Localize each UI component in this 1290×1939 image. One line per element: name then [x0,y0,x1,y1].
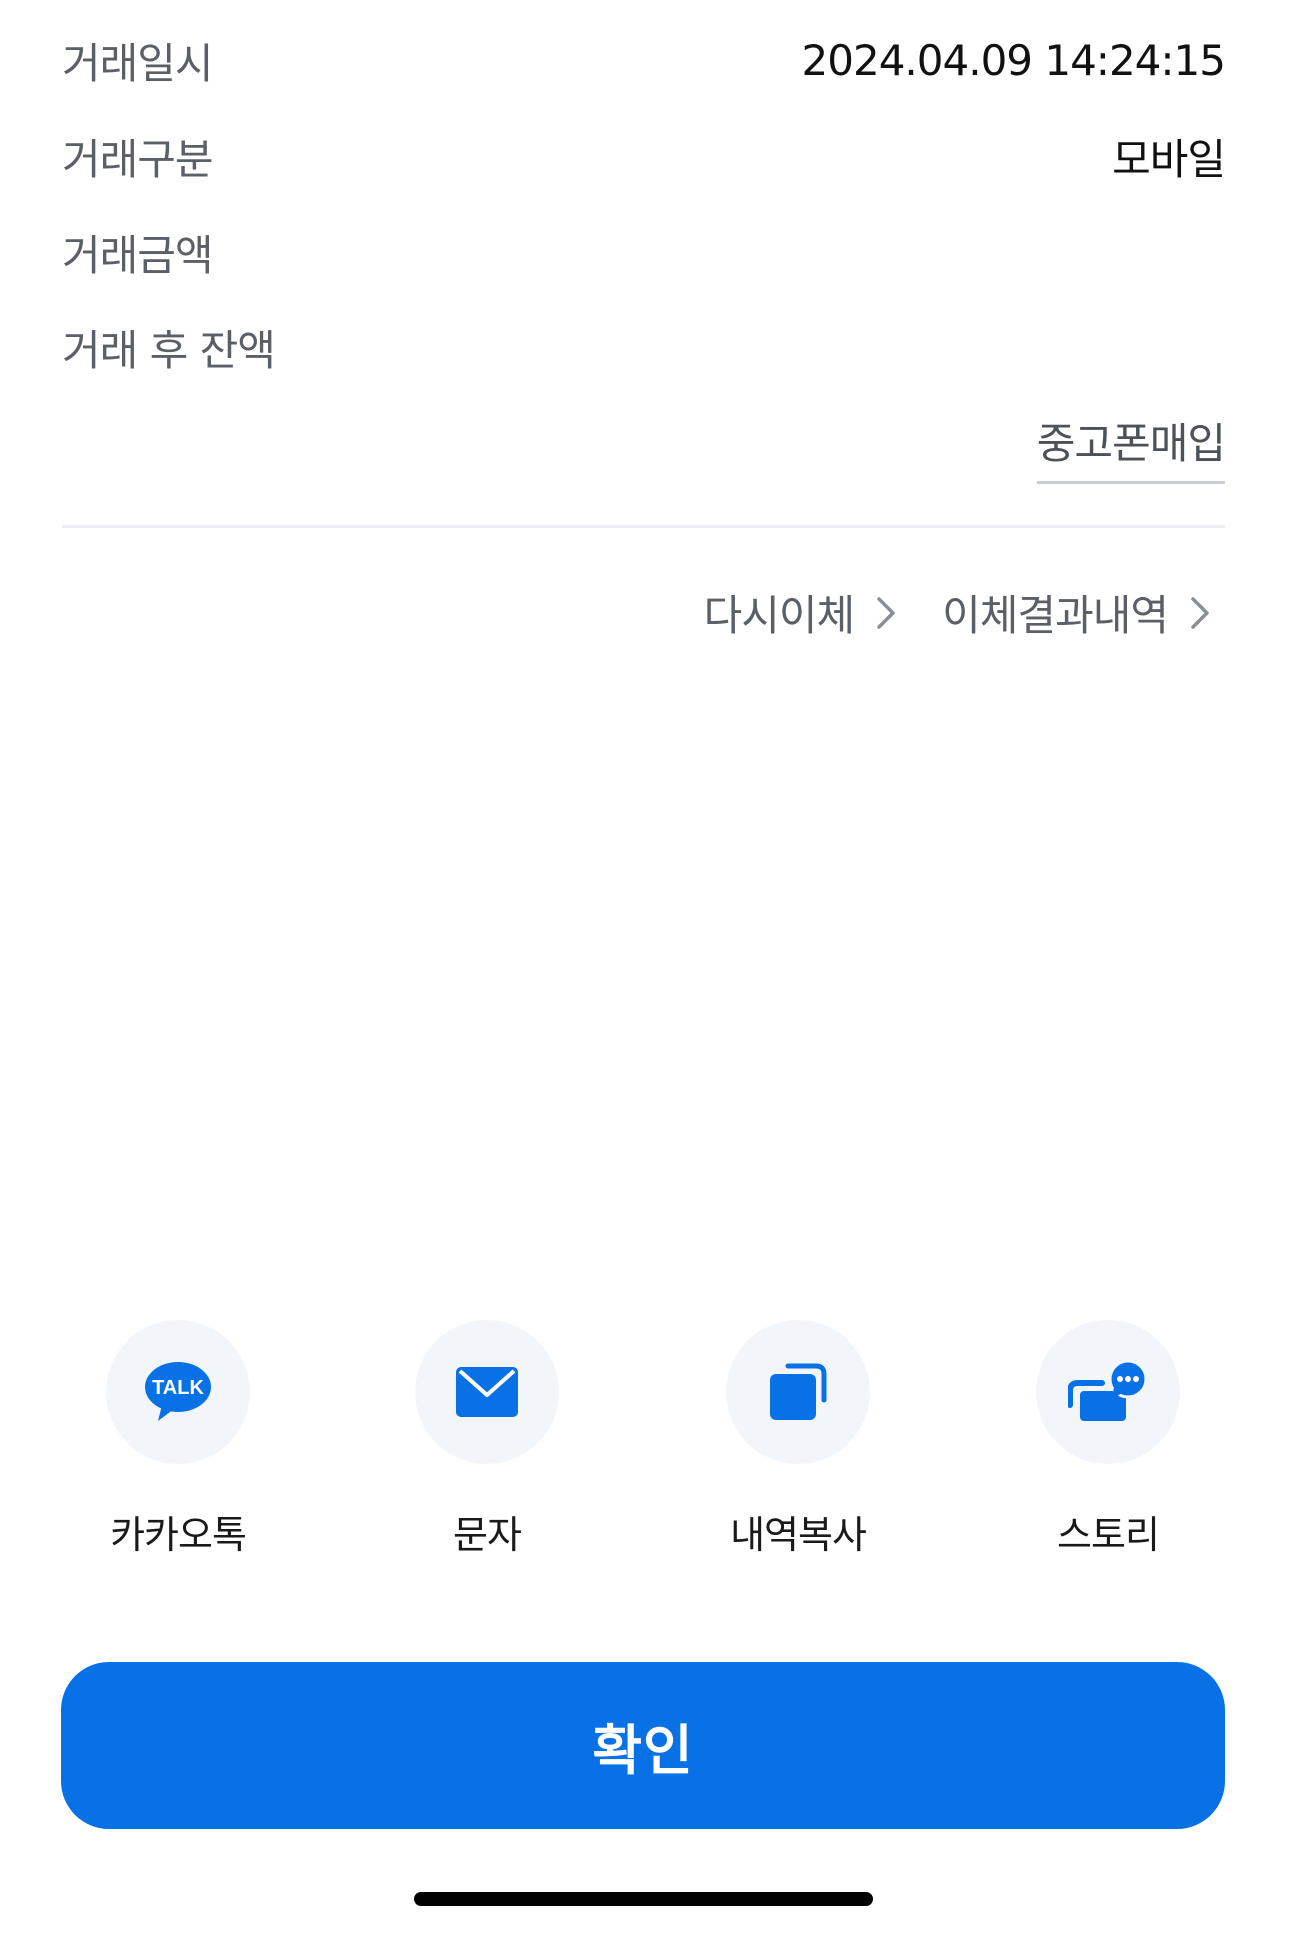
retransfer-label: 다시이체 [703,591,856,640]
share-label: 카카오톡 [110,1513,247,1557]
detail-label: 거래 후 잔액 [62,325,276,375]
story-icon [1068,1361,1148,1421]
used-phone-promo-link[interactable]: 중고폰매입 [1036,410,1226,484]
detail-row-amount: 거래금액 [62,222,1225,282]
action-links: 다시이체 이체결과내역 [704,582,1210,643]
share-story-button[interactable]: 스토리 [1008,1320,1208,1559]
share-message-button[interactable]: 문자 [387,1320,587,1559]
retransfer-link[interactable]: 다시이체 [704,582,897,643]
detail-row-balance: 거래 후 잔액 [62,317,1225,377]
share-label: 문자 [453,1513,522,1557]
detail-label: 거래금액 [62,230,214,280]
copy-icon [770,1363,827,1420]
transfer-history-label: 이체결과내역 [942,591,1169,640]
chevron-right-icon [877,596,895,629]
share-kakaotalk-button[interactable]: TALK 카카오톡 [78,1320,278,1559]
share-label: 내역복사 [730,1513,867,1557]
message-icon [456,1367,518,1417]
confirm-button[interactable]: 확인 [61,1662,1225,1829]
kakaotalk-icon: TALK [145,1362,211,1421]
transfer-history-link[interactable]: 이체결과내역 [942,582,1210,643]
share-copy-button[interactable]: 내역복사 [698,1320,898,1559]
detail-value: 2024.04.09 14:24:15 [801,35,1226,85]
divider [62,525,1225,528]
detail-label: 거래일시 [62,38,214,88]
chevron-right-icon [1191,596,1209,629]
icon-circle [1036,1320,1180,1464]
share-label: 스토리 [1057,1513,1160,1557]
detail-value: 모바일 [1112,134,1226,184]
home-indicator[interactable] [414,1892,873,1906]
detail-row-type: 거래구분 모바일 [62,126,1226,186]
icon-circle [415,1320,559,1464]
icon-circle: TALK [106,1320,250,1464]
detail-label: 거래구분 [62,134,214,184]
detail-row-datetime: 거래일시 2024.04.09 14:24:15 [62,30,1226,90]
talk-text: TALK [152,1377,204,1399]
icon-circle [726,1320,870,1464]
